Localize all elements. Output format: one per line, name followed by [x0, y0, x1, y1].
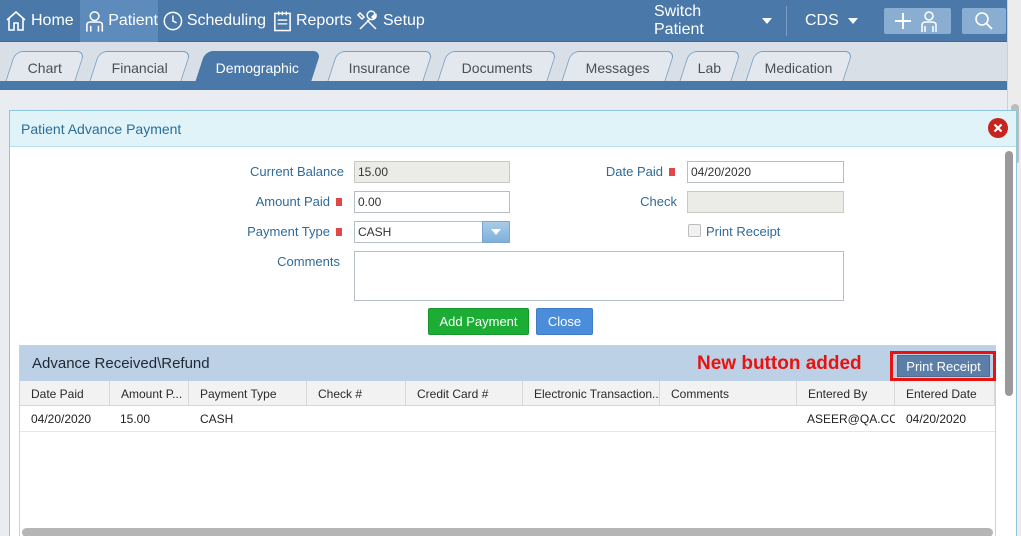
search-button[interactable] — [962, 8, 1006, 34]
close-icon — [993, 123, 1003, 133]
switch-patient-label: Switch Patient — [654, 3, 704, 38]
add-payment-button[interactable]: Add Payment — [428, 308, 529, 335]
nav-scheduling[interactable]: Scheduling — [162, 0, 266, 42]
home-icon — [6, 10, 26, 31]
cell-check — [307, 406, 406, 432]
clock-icon — [163, 11, 183, 31]
dialog-scrollbar[interactable] — [1003, 149, 1015, 529]
tab-medication[interactable]: Medication — [744, 51, 854, 83]
tab-label: Chart — [27, 59, 62, 76]
advance-payment-dialog: Patient Advance Payment Current Balance … — [9, 110, 1017, 536]
cell-comments — [660, 406, 797, 432]
check-field[interactable] — [687, 191, 844, 213]
top-nav: Home Patient Scheduling Reports Setup Sw… — [0, 0, 1007, 42]
search-icon — [975, 12, 993, 30]
close-button[interactable]: Close — [536, 308, 593, 335]
chevron-down-icon — [847, 18, 858, 24]
cell-payment-type: CASH — [200, 412, 234, 426]
nav-patient[interactable]: Patient — [80, 0, 158, 42]
tab-strip: Chart Financial Demographic Insurance Do… — [0, 42, 1007, 83]
nav-setup-label: Setup — [383, 12, 425, 29]
column-header-comments[interactable]: Comments — [660, 381, 797, 406]
cell-electronic-transaction — [523, 406, 660, 432]
required-marker — [336, 228, 342, 236]
chevron-down-icon — [491, 229, 501, 235]
nav-reports-label: Reports — [295, 12, 352, 29]
required-marker — [669, 168, 675, 176]
cell-date-paid: 04/20/2020 — [31, 412, 92, 426]
column-header-entered-date[interactable]: Entered Date — [895, 381, 995, 406]
dialog-scrollbar-thumb[interactable] — [1005, 151, 1013, 396]
column-header-amount-paid[interactable]: Amount P... — [110, 381, 189, 406]
tab-lab[interactable]: Lab — [678, 51, 742, 83]
dialog-close-button[interactable] — [988, 118, 1008, 138]
switch-patient-dropdown[interactable]: Switch Patient — [654, 0, 772, 42]
date-paid-field[interactable]: 04/20/2020 — [687, 161, 844, 183]
cell-amount-paid: 15.00 — [120, 412, 151, 426]
advance-refund-grid: Advance Received\Refund New button added… — [19, 345, 996, 536]
grid-title: Advance Received\Refund — [32, 355, 210, 372]
payment-type-select[interactable]: CASH — [354, 221, 510, 243]
date-paid-label: Date Paid — [605, 164, 663, 179]
tab-label: Documents — [461, 59, 533, 76]
column-header-check[interactable]: Check # — [307, 381, 406, 406]
tab-label: Medication — [764, 59, 833, 76]
comments-field[interactable] — [354, 251, 844, 301]
tab-label: Financial — [111, 59, 168, 76]
required-marker — [336, 198, 342, 206]
nav-setup[interactable]: Setup — [356, 0, 428, 42]
user-icon — [86, 11, 104, 32]
check-label: Check — [640, 194, 677, 209]
column-header-payment-type[interactable]: Payment Type — [189, 381, 307, 406]
nav-home-label: Home — [31, 12, 74, 29]
nav-patient-label: Patient — [108, 12, 158, 29]
comments-label: Comments — [277, 254, 340, 269]
current-balance-field[interactable]: 15.00 — [354, 161, 510, 183]
annotation-text: New button added — [697, 353, 862, 374]
tab-documents[interactable]: Documents — [436, 51, 558, 83]
amount-paid-field[interactable]: 0.00 — [354, 191, 510, 213]
add-patient-button[interactable] — [884, 8, 951, 34]
tab-label: Insurance — [349, 59, 411, 76]
dialog-title: Patient Advance Payment — [21, 120, 182, 137]
cds-label: CDS — [805, 12, 839, 29]
tab-messages[interactable]: Messages — [560, 51, 676, 83]
tab-financial[interactable]: Financial — [88, 51, 192, 83]
print-receipt-checkbox[interactable] — [688, 224, 701, 237]
grid-column-header-row: Date Paid Amount P... Payment Type Check… — [20, 381, 995, 406]
add-user-icon — [894, 11, 937, 32]
tools-icon — [356, 10, 377, 30]
tab-label: Lab — [698, 59, 722, 76]
cds-dropdown[interactable]: CDS — [805, 0, 859, 42]
nav-scheduling-label: Scheduling — [186, 12, 266, 29]
select-arrow[interactable] — [482, 221, 510, 243]
tab-underline — [0, 81, 1007, 90]
nav-divider — [786, 6, 787, 36]
chevron-down-icon — [762, 18, 772, 24]
nav-reports[interactable]: Reports — [272, 0, 352, 42]
table-row[interactable]: 04/20/2020 15.00 CASH ASEER@QA.CO... 04/… — [20, 406, 995, 432]
tab-chart[interactable]: Chart — [4, 51, 86, 83]
cell-entered-date: 04/20/2020 — [906, 412, 967, 426]
cell-credit-card — [406, 406, 523, 432]
tab-insurance[interactable]: Insurance — [326, 51, 434, 83]
print-receipt-checkbox-label: Print Receipt — [706, 224, 781, 239]
print-receipt-button[interactable]: Print Receipt — [897, 355, 990, 377]
amount-paid-label: Amount Paid — [255, 194, 330, 209]
column-header-credit-card[interactable]: Credit Card # — [406, 381, 523, 406]
column-header-electronic-transaction[interactable]: Electronic Transaction... — [523, 381, 660, 406]
cell-entered-by: ASEER@QA.CO... — [807, 412, 895, 426]
current-balance-label: Current Balance — [250, 164, 344, 179]
column-header-entered-by[interactable]: Entered By — [797, 381, 895, 406]
calendar-icon — [274, 11, 291, 32]
tab-label: Messages — [585, 59, 650, 76]
grid-horizontal-scrollbar[interactable] — [22, 528, 993, 536]
nav-home[interactable]: Home — [4, 0, 78, 42]
payment-type-value: CASH — [358, 225, 392, 239]
column-header-date-paid[interactable]: Date Paid — [20, 381, 110, 406]
tab-demographic[interactable]: Demographic — [194, 51, 322, 83]
dialog-header: Patient Advance Payment — [10, 111, 1016, 147]
payment-type-label: Payment Type — [247, 224, 330, 239]
tab-label: Demographic — [216, 59, 300, 76]
